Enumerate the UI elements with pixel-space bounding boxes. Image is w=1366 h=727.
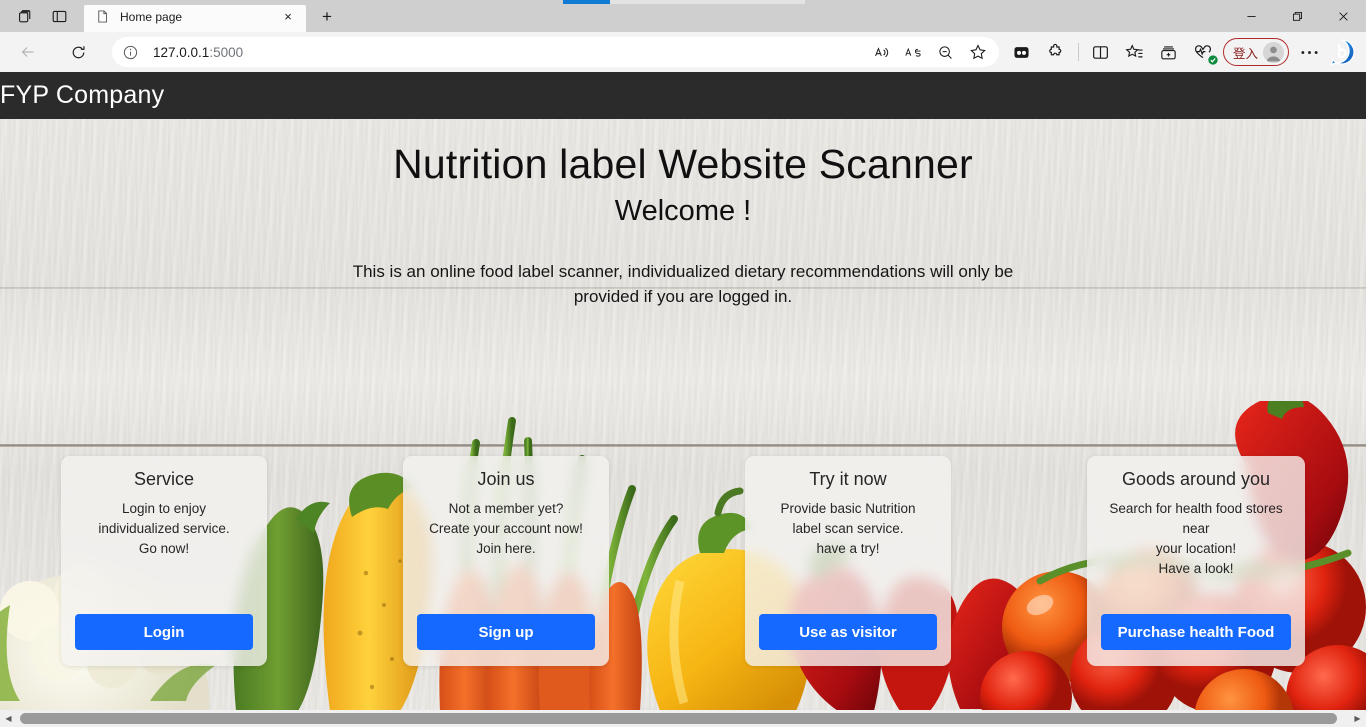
url-text[interactable]: 127.0.0.1:5000: [153, 45, 867, 60]
reload-button[interactable]: [62, 36, 94, 68]
back-button[interactable]: [12, 36, 44, 68]
favorites-icon[interactable]: [1118, 36, 1152, 68]
split-screen-icon[interactable]: [1084, 36, 1118, 68]
url-host: 127.0.0.1: [153, 44, 210, 60]
hero-section: Nutrition label Website Scanner Welcome …: [0, 119, 1366, 711]
tab-actions-icon[interactable]: [8, 1, 42, 31]
account-avatar[interactable]: [1263, 41, 1284, 63]
omnibox-actions: [867, 39, 993, 65]
close-tab-icon[interactable]: ×: [278, 7, 298, 27]
site-navbar: FYP Company: [0, 72, 1366, 119]
translate-icon[interactable]: [899, 39, 929, 65]
new-tab-button[interactable]: +: [312, 2, 342, 30]
toolbar-divider: [1077, 43, 1079, 61]
card-title: Service: [133, 469, 195, 489]
card-title: Try it now: [809, 469, 887, 489]
scroll-left-arrow-icon[interactable]: ◀: [0, 710, 17, 727]
page-viewport: FYP Company Nutrition label Website Scan…: [0, 72, 1366, 727]
card-goods-around-you: Goods around you Search for health food …: [1087, 456, 1305, 666]
zoom-out-icon[interactable]: [931, 39, 961, 65]
page-favicon-icon: [95, 9, 111, 25]
hero-text-block: Nutrition label Website Scanner Welcome …: [0, 119, 1366, 309]
browser-toolbar: 127.0.0.1:5000 登入: [0, 32, 1366, 72]
sign-up-button[interactable]: Sign up: [417, 614, 595, 650]
sign-in-button[interactable]: 登入: [1222, 38, 1289, 66]
card-body: Provide basic Nutrition label scan servi…: [780, 501, 916, 556]
card-body: Login to enjoy individualized service. G…: [98, 501, 230, 556]
favorite-star-icon[interactable]: [963, 39, 993, 65]
hero-description: This is an online food label scanner, in…: [352, 262, 1014, 306]
scrollbar-track[interactable]: [17, 710, 1349, 727]
tab-title: Home page: [120, 9, 183, 24]
extensions-puzzle-icon[interactable]: [1039, 36, 1073, 68]
card-title: Goods around you: [1121, 469, 1271, 489]
browser-tab[interactable]: Home page ×: [84, 1, 306, 32]
site-information-icon[interactable]: [122, 44, 139, 61]
welcome-subtitle: Welcome !: [614, 195, 752, 228]
browser-window: Home page × + 127.0.0.1:5000 登入 FYP Comp…: [0, 0, 1366, 727]
horizontal-scrollbar[interactable]: ◀ ▶: [0, 710, 1366, 727]
bing-copilot-icon[interactable]: [1326, 36, 1358, 68]
tab-loading-strip: [0, 0, 1366, 5]
use-as-visitor-button[interactable]: Use as visitor: [759, 614, 937, 650]
extension-app-icon[interactable]: [1005, 36, 1039, 68]
site-brand[interactable]: FYP Company: [0, 81, 164, 110]
card-title: Join us: [477, 469, 535, 489]
read-aloud-icon[interactable]: [867, 39, 897, 65]
settings-and-more-button[interactable]: [1292, 36, 1326, 68]
card-body: Not a member yet? Create your account no…: [429, 501, 583, 556]
url-port: :5000: [209, 44, 244, 60]
sign-in-label: 登入: [1232, 46, 1258, 61]
collections-icon[interactable]: [1152, 36, 1186, 68]
scrollbar-thumb[interactable]: [20, 713, 1337, 724]
card-join-us: Join us Not a member yet? Create your ac…: [403, 456, 609, 666]
purchase-health-food-button[interactable]: Purchase health Food: [1101, 614, 1291, 650]
login-button[interactable]: Login: [75, 614, 253, 650]
split-pane-icon[interactable]: [42, 1, 76, 31]
card-service: Service Login to enjoy individualized se…: [61, 456, 267, 666]
card-body: Search for health food stores near your …: [1109, 501, 1283, 576]
address-bar[interactable]: 127.0.0.1:5000: [112, 37, 999, 67]
loading-progress: [563, 0, 610, 4]
browser-essentials-icon[interactable]: [1186, 36, 1220, 68]
feature-cards: Service Login to enjoy individualized se…: [0, 456, 1366, 666]
card-try-it-now: Try it now Provide basic Nutrition label…: [745, 456, 951, 666]
scroll-right-arrow-icon[interactable]: ▶: [1349, 710, 1366, 727]
page-title: Nutrition label Website Scanner: [393, 141, 973, 187]
